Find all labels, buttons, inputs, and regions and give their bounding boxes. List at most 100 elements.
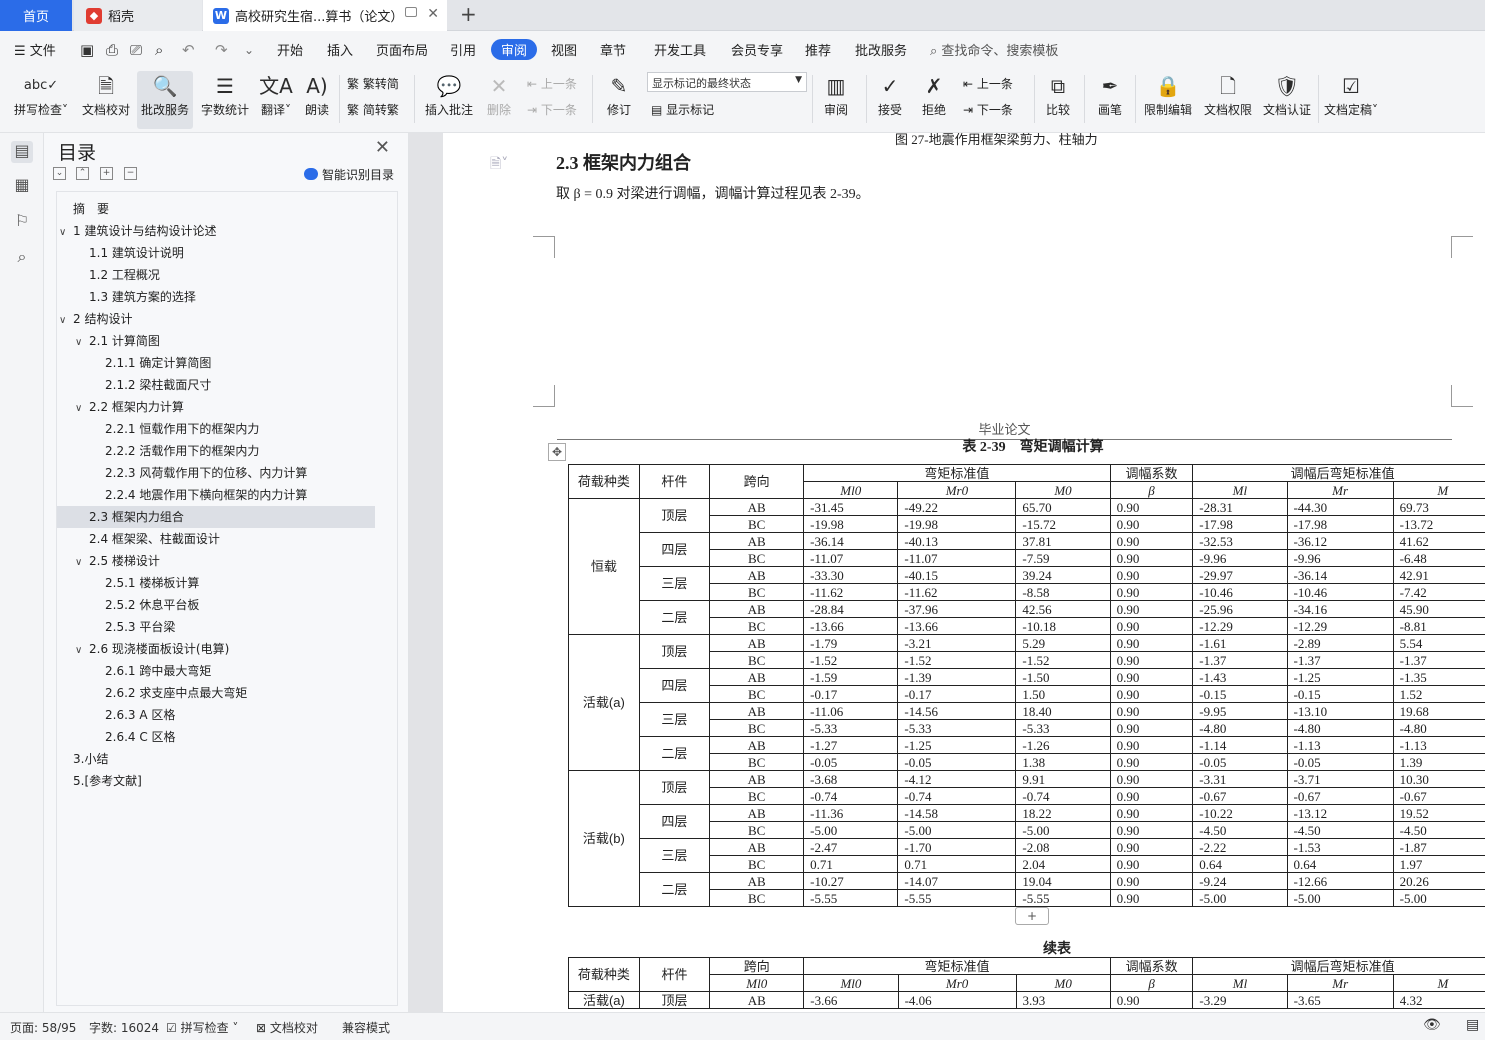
compare-button[interactable]: ⧉ 比较 [1040,71,1076,129]
ink-button[interactable]: ✒ 画笔 [1092,71,1128,129]
menu-insert[interactable]: 插入 [327,40,353,59]
chevron-down-icon[interactable]: ∨ [75,398,89,420]
insert-comment-button[interactable]: 💬 插入批注 [421,71,477,129]
next-change-button[interactable]: ⇥ 下一条 [963,101,1013,118]
find-icon[interactable]: ⌕ [11,247,33,269]
status-proof[interactable]: ⊠ 文档校对 [256,1019,318,1036]
toc-item[interactable]: 5.[参考文献] [73,770,142,792]
markup-state-select[interactable]: 显示标记的最终状态 ▼ [647,72,807,92]
toc-item[interactable]: 2.4 框架梁、柱截面设计 [89,528,220,550]
reject-button[interactable]: ✗ 拒绝 [916,71,952,129]
tab-daoke[interactable]: ◆ 稻壳 [74,0,202,31]
menu-recommend[interactable]: 推荐 [805,40,831,59]
finalize-button[interactable]: ☑ 文档定稿˅ [1322,71,1380,129]
toc-item[interactable]: 2.5.2 休息平台板 [105,594,199,616]
export-pdf-icon[interactable]: ⎙ [106,41,118,59]
next-comment-button[interactable]: ⇥ 下一条 [527,101,577,118]
file-menu[interactable]: ☰ 文件 [14,40,56,59]
toc-item[interactable]: 2.2.2 活载作用下的框架内力 [105,440,259,462]
toc-item[interactable]: 1.2 工程概况 [89,264,160,286]
toc-item[interactable]: 1.1 建筑设计说明 [89,242,184,264]
toc-item[interactable]: ∨ 2.5 楼梯设计 [75,550,160,572]
page-indicator[interactable]: 页面: 58/95 [10,1019,76,1036]
delete-comment-button[interactable]: ✕ 删除 [480,71,518,129]
trad-to-simp-button[interactable]: 繁 繁转简 [347,75,399,92]
menu-layout[interactable]: 页面布局 [376,40,428,59]
toc-item[interactable]: 2.6.1 跨中最大弯矩 [105,660,211,682]
correction-service-button[interactable]: 🔍 批改服务 [137,71,193,129]
review-pane-button[interactable]: ▥ 审阅 [818,71,854,129]
read-aloud-button[interactable]: A) 朗读 [300,71,334,129]
toc-item[interactable]: 2.1.2 梁柱截面尺寸 [105,374,211,396]
page-doc-icon[interactable]: 🗎˅ [490,153,508,177]
chapter-nav-icon[interactable]: ▦ [11,175,33,197]
menu-chapter[interactable]: 章节 [600,40,626,59]
close-icon[interactable]: ✕ [375,137,390,158]
doc-permission-button[interactable]: 🗋 文档权限 [1200,71,1256,129]
chevron-down-icon[interactable]: ∨ [75,552,89,574]
toc-item[interactable]: 2.6.2 求支座中点最大弯矩 [105,682,247,704]
track-changes-button[interactable]: ✎ 修订 [599,71,639,129]
word-count-button[interactable]: ☰ 字数统计 [197,71,253,129]
toc-item[interactable]: 2.2.4 地震作用下横向框架的内力计算 [105,484,307,506]
toc-item[interactable]: 1.3 建筑方案的选择 [89,286,196,308]
command-search[interactable]: ⌕ 查找命令、搜索模板 [930,40,1058,59]
undo-icon[interactable]: ↶ [182,41,195,59]
menu-member[interactable]: 会员专享 [731,40,783,59]
eye-protect-icon[interactable]: 👁 [1423,1017,1441,1033]
chevron-down-icon[interactable]: ∨ [59,222,73,244]
menu-view[interactable]: 视图 [551,40,577,59]
print-icon[interactable]: ⎚ [130,41,142,59]
show-markup-button[interactable]: ▤ 显示标记 [651,101,714,118]
chevron-down-icon[interactable]: ∨ [59,310,73,332]
toc-item[interactable]: 2.2.1 恒载作用下的框架内力 [105,418,259,440]
toc-item[interactable]: ∨ 2.2 框架内力计算 [75,396,184,418]
collapse-all-icon[interactable]: ⌃ [76,167,89,180]
word-count[interactable]: 字数: 16024 [89,1019,159,1036]
toc-item[interactable]: 2.2.3 风荷载作用下的位移、内力计算 [105,462,307,484]
window-pin-icon[interactable] [405,7,417,17]
remove-entry-icon[interactable]: − [124,167,137,180]
doc-proof-button[interactable]: 🗎 文档校对 [78,71,134,129]
toc-item[interactable]: 2.3 框架内力组合 [57,506,375,528]
menu-start[interactable]: 开始 [277,40,303,59]
redo-icon[interactable]: ↷ [215,41,228,59]
translate-button[interactable]: 文A 翻译˅ [256,71,296,129]
toc-item[interactable]: ∨ 2.1 计算简图 [75,330,160,352]
restrict-editing-button[interactable]: 🔒 限制编辑 [1140,71,1196,129]
toc-item[interactable]: 3.小结 [73,748,108,770]
toc-item[interactable]: ∨ 2 结构设计 [59,308,132,330]
toc-item[interactable]: ∨ 1 建筑设计与结构设计论述 [59,220,216,242]
tab-document[interactable]: W 高校研究生宿...算书（论文） ✕ [203,0,447,31]
toc-item[interactable]: 摘 要 [73,198,109,220]
doc-cert-button[interactable]: 🛡 文档认证 [1259,71,1315,129]
toc-item[interactable]: 2.6.4 C 区格 [105,726,176,748]
new-tab-icon[interactable]: + [460,2,477,26]
spell-check-button[interactable]: abc✓ 拼写检查˅ [8,71,74,129]
print-preview-icon[interactable]: ⌕ [155,41,163,59]
toc-pane-icon[interactable]: ▤ [11,141,33,163]
bookmark-icon[interactable]: ⚐ [11,211,33,233]
simp-to-trad-button[interactable]: 繁 简转繁 [347,101,399,118]
menu-devtools[interactable]: 开发工具 [654,40,706,59]
table-move-handle-icon[interactable]: ✥ [548,443,566,461]
prev-change-button[interactable]: ⇤ 上一条 [963,75,1013,92]
toc-item[interactable]: 2.1.1 确定计算简图 [105,352,211,374]
close-icon[interactable]: ✕ [427,6,439,22]
smart-toc-button[interactable]: 智能识别目录 [303,166,394,183]
menu-correction[interactable]: 批改服务 [855,40,907,59]
toc-item[interactable]: 2.6.3 A 区格 [105,704,175,726]
page-view-icon[interactable]: ▤ [1466,1017,1479,1033]
add-row-button[interactable]: + [1015,907,1049,925]
toc-item[interactable]: ∨ 2.6 现浇楼面板设计(电算) [75,638,229,660]
chevron-down-icon[interactable]: ∨ [75,640,89,662]
status-spell-check[interactable]: ☑ 拼写检查 ˅ [166,1019,238,1036]
add-entry-icon[interactable]: + [100,167,113,180]
menu-references[interactable]: 引用 [450,40,476,59]
menu-review[interactable]: 审阅 [491,39,538,60]
toc-item[interactable]: 2.5.3 平台梁 [105,616,175,638]
save-icon[interactable]: ▣ [80,41,94,59]
chevron-down-icon[interactable]: ∨ [75,332,89,354]
tab-home[interactable]: 首页 [0,0,72,31]
expand-all-icon[interactable]: ⌄ [53,167,66,180]
